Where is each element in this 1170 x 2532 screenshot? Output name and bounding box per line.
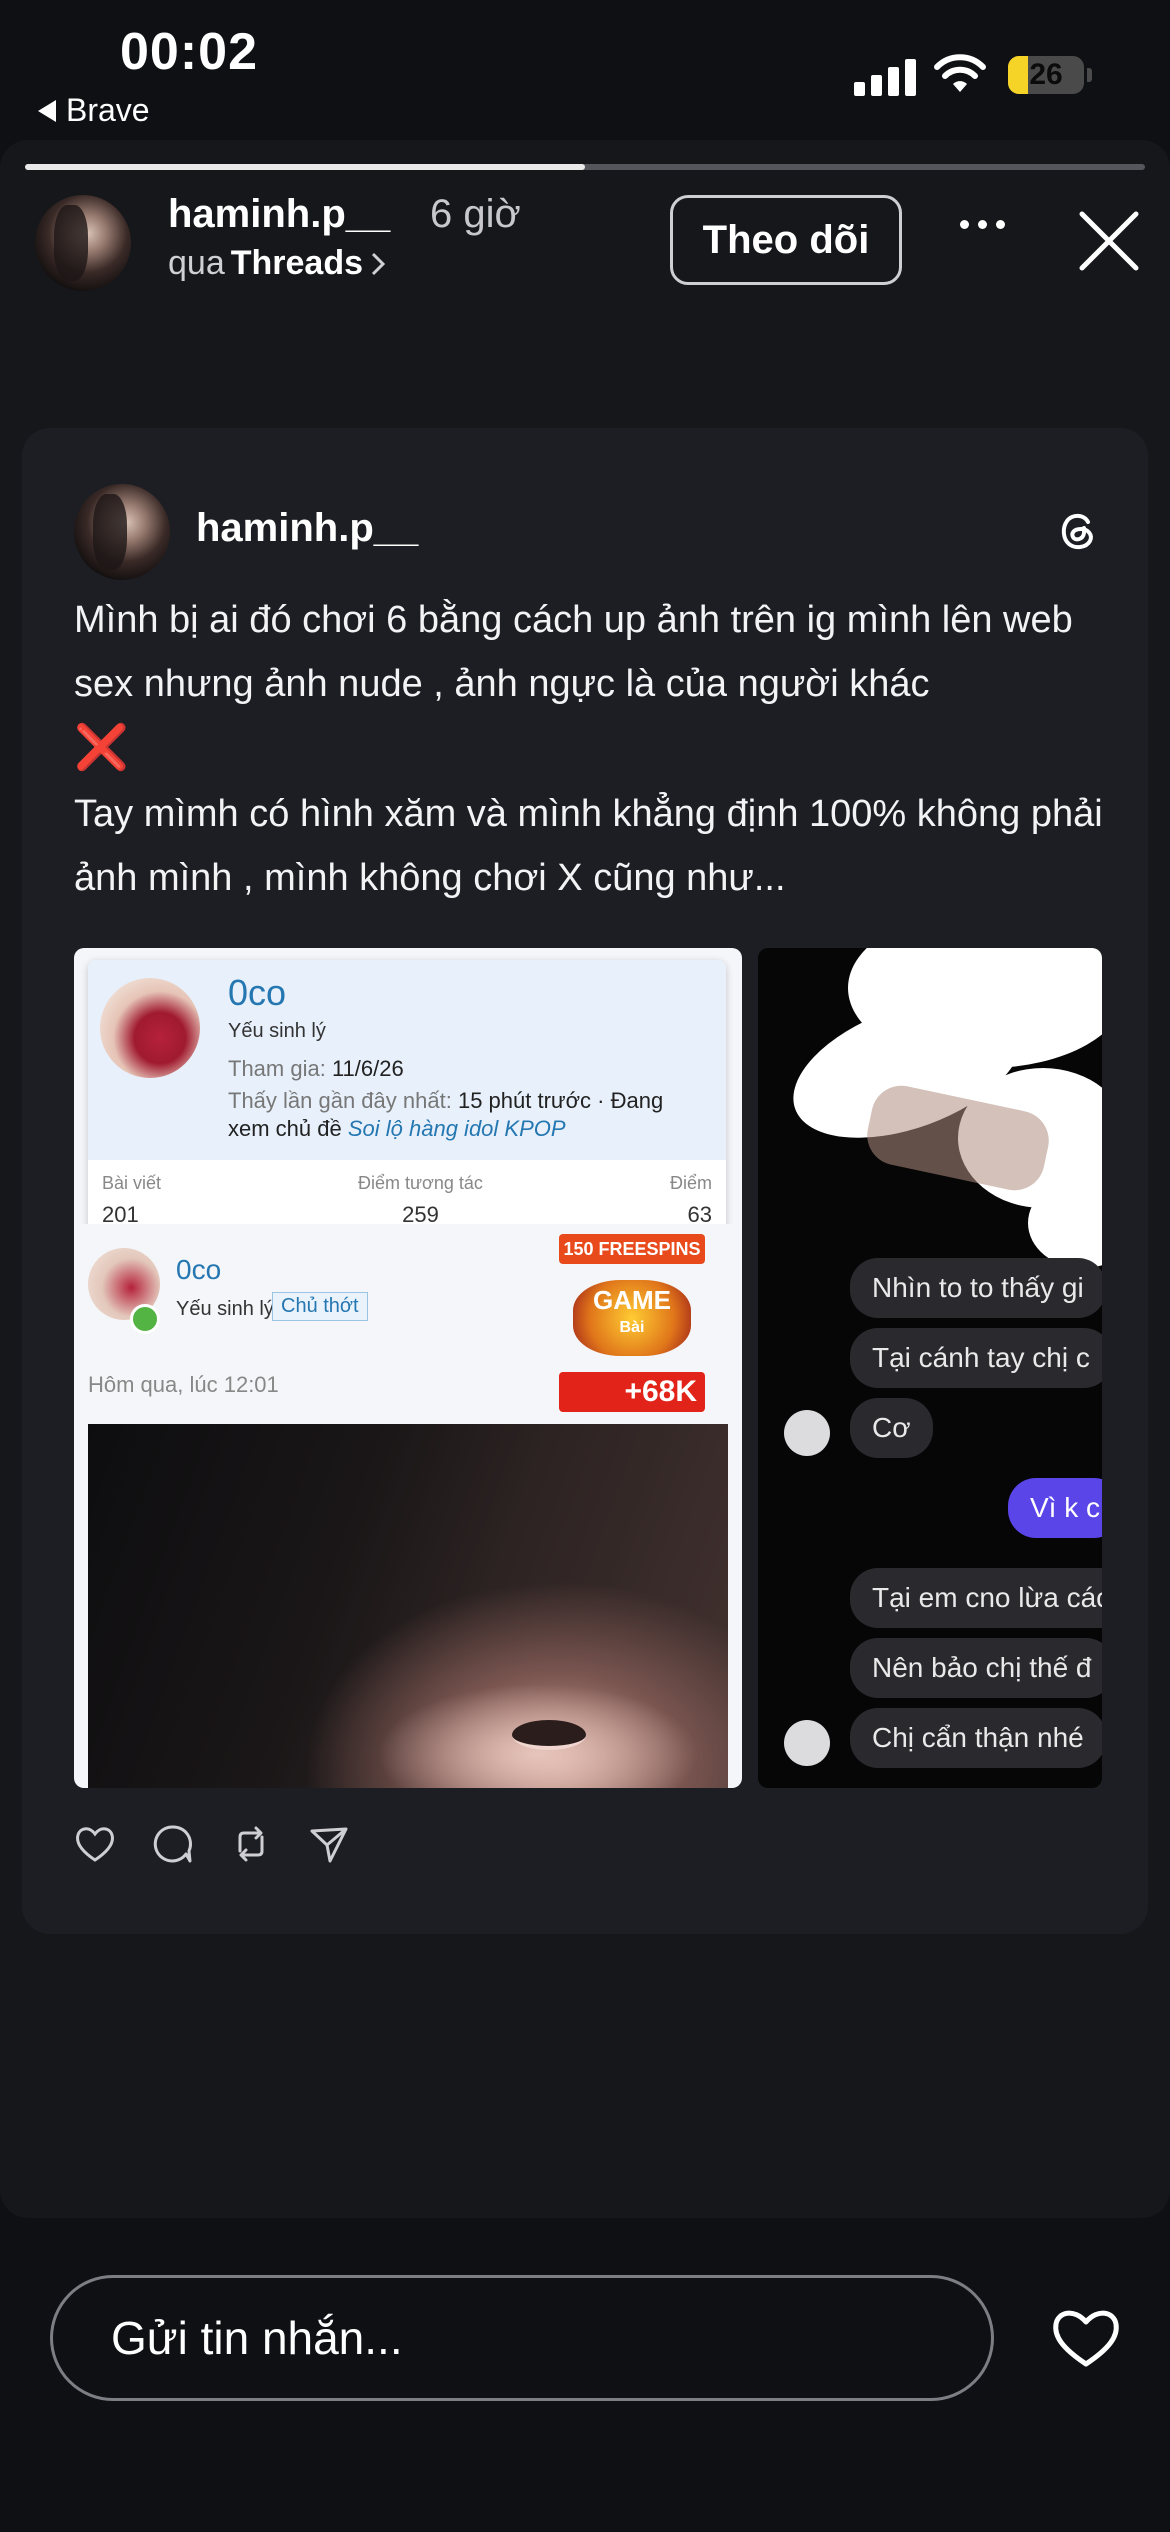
x-mark-emoji: ❌ bbox=[74, 723, 129, 772]
via-threads-link[interactable]: qua Threads bbox=[168, 244, 387, 283]
chat-avatar bbox=[784, 1720, 830, 1766]
last-seen-value: 15 phút trước · Đang bbox=[457, 1088, 664, 1113]
status-bar: 00:02 Brave 26 bbox=[0, 0, 1170, 140]
ad-bonus: +68K bbox=[559, 1372, 705, 1412]
back-icon bbox=[38, 99, 56, 122]
comment-icon[interactable] bbox=[152, 1823, 194, 1865]
story-time: 6 giờ bbox=[430, 192, 521, 236]
story-progress-bar bbox=[25, 164, 1145, 170]
post-image-2[interactable]: Nhìn to to thấy gi Tại cánh tay chị c Cơ Vì… bbox=[758, 948, 1102, 1788]
thread-owner-badge: Chủ thớt bbox=[272, 1292, 368, 1321]
chat-message-sent: Vì k c bbox=[1008, 1478, 1102, 1538]
forum-author-rank: Yếu sinh lý bbox=[176, 1298, 274, 1320]
forum-post-date: Hôm qua, lúc 12:01 bbox=[88, 1372, 279, 1397]
viewing-label: xem chủ đề bbox=[228, 1116, 342, 1141]
post-actions bbox=[74, 1823, 350, 1865]
threads-logo-icon bbox=[1061, 513, 1093, 550]
story-progress-fill bbox=[25, 164, 585, 170]
wifi-icon bbox=[934, 54, 986, 92]
stat-points: Điểm 63 bbox=[670, 1173, 712, 1228]
chat-avatar bbox=[784, 1410, 830, 1456]
forum-author-name: 0co bbox=[176, 1254, 222, 1285]
back-app-label: Brave bbox=[66, 92, 150, 128]
post-text: Mình bị ai đó chơi 6 bằng cách up ảnh tr… bbox=[74, 588, 1114, 910]
profile-popup: 0co Yếu sinh lý Tham gia: 11/6/26 Thấy l… bbox=[88, 960, 726, 1235]
story-viewer: haminh.p__ 6 giờ qua Threads Theo dõi ha… bbox=[0, 140, 1170, 2218]
share-icon[interactable] bbox=[308, 1823, 350, 1865]
viewing-topic: Soi lộ hàng idol KPOP bbox=[347, 1116, 566, 1141]
joined-value: 11/6/26 bbox=[331, 1056, 404, 1081]
stat-label: Bài viết bbox=[102, 1173, 162, 1193]
popup-joined: Tham gia: 11/6/26 bbox=[228, 1056, 404, 1082]
author-avatar[interactable] bbox=[35, 195, 131, 291]
photo-eye bbox=[512, 1720, 586, 1750]
cropped-photo bbox=[88, 1424, 728, 1788]
like-icon[interactable] bbox=[74, 1823, 116, 1865]
repost-icon[interactable] bbox=[230, 1823, 272, 1865]
battery-percent: 26 bbox=[1029, 58, 1063, 91]
post-author-avatar[interactable] bbox=[74, 484, 170, 580]
via-prefix: qua bbox=[168, 244, 225, 282]
back-to-app-button[interactable]: Brave bbox=[38, 92, 150, 129]
follow-button[interactable]: Theo dõi bbox=[670, 195, 902, 285]
post-image-1[interactable]: 0co Yếu sinh lý Tham gia: 11/6/26 Thấy l… bbox=[74, 948, 742, 1788]
popup-avatar bbox=[100, 978, 200, 1078]
online-status-dot bbox=[130, 1304, 160, 1334]
last-seen-label: Thấy lần gần đây nhất: bbox=[228, 1088, 452, 1113]
chat-message-received: Cơ bbox=[850, 1398, 933, 1458]
stat-posts: Bài viết 201 bbox=[102, 1173, 161, 1228]
message-input[interactable]: Gửi tin nhắn... bbox=[50, 2275, 994, 2401]
via-app: Threads bbox=[230, 244, 363, 282]
chat-message-received: Tại em cno lừa các bbox=[850, 1568, 1102, 1628]
chat-message-received: Nên bảo chị thế đ bbox=[850, 1638, 1102, 1698]
heart-icon[interactable] bbox=[1050, 2306, 1122, 2370]
popup-viewing: xem chủ đề Soi lộ hàng idol KPOP bbox=[228, 1116, 566, 1142]
stat-label: Điểm tương tác bbox=[358, 1173, 483, 1193]
author-username[interactable]: haminh.p__ bbox=[168, 192, 390, 237]
ad-game-logo: GAME Bài bbox=[573, 1280, 691, 1356]
close-icon[interactable] bbox=[1078, 210, 1140, 272]
joined-label: Tham gia: bbox=[228, 1056, 326, 1081]
clock: 00:02 bbox=[120, 23, 258, 81]
ad-game-subtitle: Bài bbox=[619, 1319, 645, 1336]
post-text-1: Mình bị ai đó chơi 6 bằng cách up ảnh tr… bbox=[74, 599, 1084, 705]
popup-rank: Yếu sinh lý bbox=[228, 1020, 326, 1042]
game-ad-banner: 150 FREESPINS GAME Bài +68K bbox=[559, 1234, 705, 1424]
ad-freespins: 150 FREESPINS bbox=[559, 1234, 705, 1264]
battery-icon: 26 bbox=[1008, 56, 1084, 94]
stat-interactions: Điểm tương tác 259 bbox=[358, 1173, 483, 1228]
signal-icon bbox=[854, 58, 916, 96]
more-icon[interactable] bbox=[960, 220, 1005, 229]
chat-message-received: Tại cánh tay chị c bbox=[850, 1328, 1102, 1388]
threads-post-card[interactable]: haminh.p__ Mình bị ai đó chơi 6 bằng các… bbox=[22, 428, 1148, 1934]
battery-cap bbox=[1087, 68, 1092, 82]
popup-last-seen: Thấy lần gần đây nhất: 15 phút trước · Đ… bbox=[228, 1088, 663, 1114]
chat-message-received: Nhìn to to thấy gi bbox=[850, 1258, 1102, 1318]
post-text-2: Tay mìmh có hình xăm và mình khẳng định … bbox=[74, 793, 1114, 899]
post-author-username[interactable]: haminh.p__ bbox=[196, 506, 418, 551]
chat-message-received: Chị cẩn thận nhé bbox=[850, 1708, 1102, 1768]
popup-username: 0co bbox=[228, 972, 287, 1013]
chevron-right-icon bbox=[371, 252, 386, 275]
ad-game-title: GAME bbox=[593, 1285, 671, 1315]
stat-label: Điểm bbox=[669, 1173, 712, 1193]
